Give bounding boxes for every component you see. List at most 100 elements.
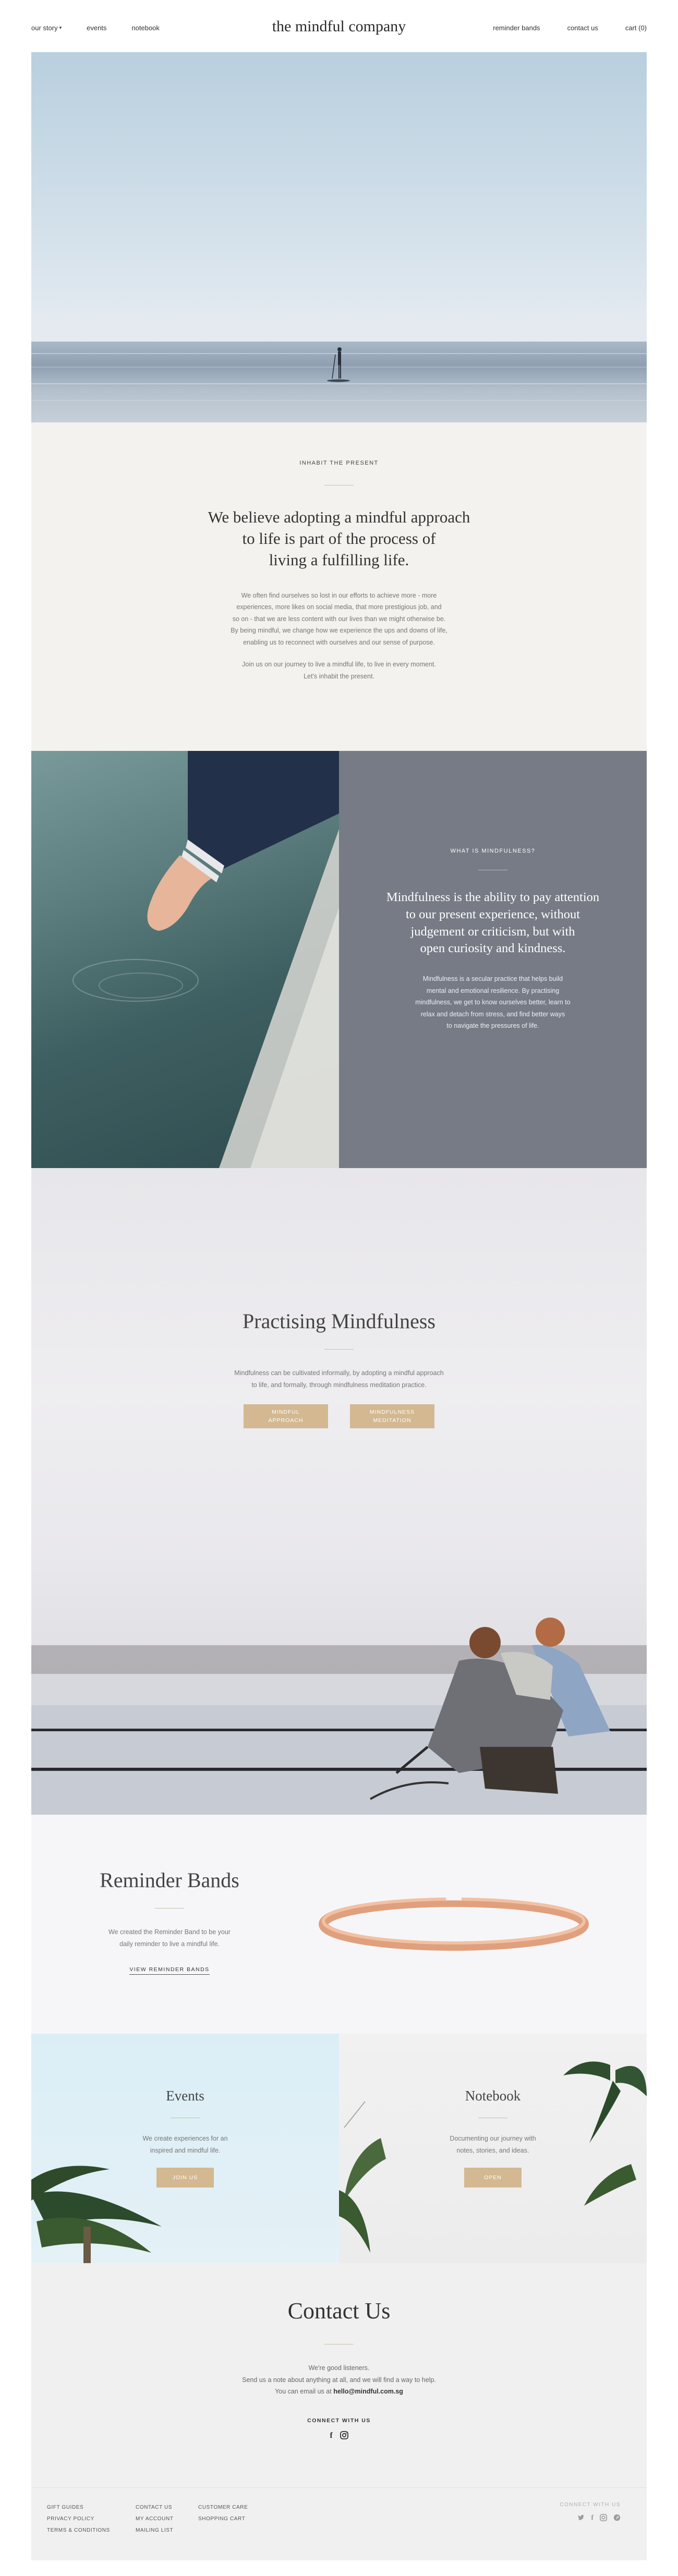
hand-in-water-photo [31, 751, 339, 1168]
events-body-line: We create experiences for an [142, 2135, 228, 2142]
footer-link-contact[interactable]: CONTACT US [136, 2502, 174, 2513]
bangle-image [319, 1893, 589, 1951]
button-label-line: MEDITATION [373, 1417, 411, 1424]
practising-section: Practising Mindfulness Mindfulness can b… [31, 1168, 647, 1815]
notebook-title: Notebook [465, 2088, 521, 2104]
intro-closing-line: Join us on our journey to live a mindful… [242, 661, 436, 669]
mindfulness-heading-line: open curiosity and kindness. [420, 941, 566, 956]
footer-col-3: CUSTOMER CARE SHOPPING CART [198, 2502, 248, 2525]
facebook-icon[interactable]: f [591, 2514, 594, 2522]
instagram-icon[interactable] [600, 2514, 607, 2521]
notebook-body-line: notes, stories, and ideas. [456, 2146, 529, 2154]
footer-connect-label: CONNECT WITH US [560, 2502, 621, 2508]
footer-social-icons: f [560, 2514, 621, 2522]
intro-body-line: enabling us to reconnect with ourselves … [243, 638, 435, 646]
mindfulness-body-line: mental and emotional resilience. By prac… [426, 987, 560, 994]
notebook-body-line: Documenting our journey with [450, 2135, 536, 2142]
contact-title: Contact Us [287, 2298, 391, 2324]
intro-heading-line: We believe adopting a mindful approach [208, 508, 470, 526]
connect-label: CONNECT WITH US [307, 2417, 371, 2424]
mindfulness-heading-line: to our present experience, without [405, 907, 580, 921]
contact-line: Send us a note about anything at all, an… [242, 2376, 436, 2384]
footer-col-2: CONTACT US MY ACCOUNT MAILING LIST [136, 2502, 174, 2536]
practising-buttons: MINDFUL APPROACH MINDFULNESS MEDITATION [31, 1404, 647, 1428]
intro-heading-line: living a fulfilling life. [269, 551, 409, 569]
mindfulness-body-line: Mindfulness is a secular practice that h… [422, 975, 563, 983]
intro-closing: Join us on our journey to live a mindful… [31, 659, 647, 682]
hero-image [31, 52, 647, 422]
intro-body: We often find ourselves so lost in our e… [31, 590, 647, 649]
events-card: Events We create experiences for an insp… [31, 2034, 339, 2263]
mindfulness-heading: Mindfulness is the ability to pay attent… [339, 889, 647, 957]
mindfulness-body: Mindfulness is a secular practice that h… [339, 973, 647, 1032]
intro-kicker: INHABIT THE PRESENT [299, 460, 379, 466]
cyclists-photo [31, 1618, 647, 1815]
footer-link-cart[interactable]: SHOPPING CART [198, 2513, 248, 2525]
intro-body-line: By being mindful, we change how we exper… [231, 627, 447, 635]
notebook-card: Notebook Documenting our journey with no… [339, 2034, 647, 2263]
intro-section: INHABIT THE PRESENT We believe adopting … [31, 422, 647, 751]
contact-email-line: You can email us at hello@mindful.com.sg [31, 2386, 647, 2398]
button-label-line: MINDFUL [272, 1409, 300, 1415]
facebook-icon[interactable]: f [330, 2431, 332, 2440]
instagram-icon[interactable] [340, 2431, 348, 2439]
nav-reminder-bands[interactable]: reminder bands [493, 24, 540, 32]
mindfulness-heading-line: judgement or criticism, but with [410, 924, 575, 939]
intro-body-line: experiences, more likes on social media,… [236, 603, 442, 611]
bands-body: We created the Reminder Band to be your … [31, 1926, 308, 1950]
mindfulness-section: WHAT IS MINDFULNESS? Mindfulness is the … [31, 751, 647, 1168]
open-notebook-button[interactable]: OPEN [464, 2168, 522, 2188]
intro-closing-line: Let's inhabit the present. [304, 672, 374, 680]
footer-link-gift-guides[interactable]: GIFT GUIDES [47, 2502, 110, 2513]
view-reminder-bands-link[interactable]: VIEW REMINDER BANDS [129, 1966, 210, 1975]
hand-in-water-illustration [72, 751, 339, 1168]
footer-link-privacy[interactable]: PRIVACY POLICY [47, 2513, 110, 2525]
bands-body-line: We created the Reminder Band to be your [108, 1928, 231, 1936]
footer-link-terms[interactable]: TERMS & CONDITIONS [47, 2525, 110, 2536]
mindfulness-body-line: relax and detach from stress, and find b… [420, 1010, 565, 1018]
footer-link-account[interactable]: MY ACCOUNT [136, 2513, 174, 2525]
notebook-body: Documenting our journey with notes, stor… [339, 2133, 647, 2156]
contact-email-prefix: You can email us at [275, 2388, 332, 2395]
intro-body-line: so on - that we are less content with ou… [232, 615, 446, 623]
practising-body-line: to life, and formally, through mindfulne… [251, 1381, 427, 1389]
intro-heading: We believe adopting a mindful approach t… [31, 506, 647, 571]
practising-body: Mindfulness can be cultivated informally… [31, 1367, 647, 1391]
practising-body-line: Mindfulness can be cultivated informally… [234, 1369, 444, 1377]
intro-heading-line: to life is part of the process of [242, 529, 436, 548]
nav-cart[interactable]: cart (0) [625, 24, 647, 32]
secondary-nav: reminder bands contact us cart (0) [493, 24, 647, 32]
mindfulness-kicker: WHAT IS MINDFULNESS? [450, 848, 536, 854]
contact-section: Contact Us We're good listeners. Send us… [31, 2263, 647, 2461]
events-title: Events [166, 2088, 204, 2104]
footer-link-customer-care[interactable]: CUSTOMER CARE [198, 2502, 248, 2513]
divider [324, 1349, 354, 1350]
contact-line: We're good listeners. [308, 2364, 370, 2372]
mindful-approach-button[interactable]: MINDFUL APPROACH [244, 1404, 328, 1428]
contact-email-link[interactable]: hello@mindful.com.sg [333, 2388, 403, 2395]
twitter-icon[interactable] [577, 2514, 585, 2521]
footer-connect: CONNECT WITH US f [560, 2502, 621, 2522]
site-footer: GIFT GUIDES PRIVACY POLICY TERMS & CONDI… [31, 2461, 647, 2560]
contact-body: We're good listeners. Send us a note abo… [31, 2362, 647, 2398]
pinterest-icon[interactable] [613, 2514, 621, 2521]
practising-title: Practising Mindfulness [243, 1309, 435, 1333]
bands-body-line: daily reminder to live a mindful life. [119, 1940, 220, 1948]
reminder-bands-section: Reminder Bands We created the Reminder B… [31, 1815, 647, 2034]
page: our story ▾ events notebook the mindful c… [0, 0, 678, 2576]
bands-text: Reminder Bands We created the Reminder B… [31, 1815, 308, 1975]
mindfulness-heading-line: Mindfulness is the ability to pay attent… [386, 890, 600, 904]
mindfulness-meditation-button[interactable]: MINDFULNESS MEDITATION [350, 1404, 434, 1428]
intro-body-line: We often find ourselves so lost in our e… [241, 591, 437, 599]
footer-link-mailing-list[interactable]: MAILING LIST [136, 2525, 174, 2536]
mindfulness-body-line: to navigate the pressures of life. [446, 1022, 539, 1030]
paddleboarder-figure [327, 347, 350, 382]
mindfulness-body-line: mindfulness, we get to know ourselves be… [415, 999, 571, 1006]
mindfulness-panel: WHAT IS MINDFULNESS? Mindfulness is the … [339, 751, 647, 1168]
nav-contact-us[interactable]: contact us [567, 24, 598, 32]
divider [155, 1908, 184, 1909]
site-header: our story ▾ events notebook the mindful c… [0, 0, 678, 52]
events-notebook-section: Events We create experiences for an insp… [31, 2034, 647, 2263]
button-label-line: APPROACH [268, 1417, 304, 1424]
bands-title: Reminder Bands [100, 1868, 239, 1892]
